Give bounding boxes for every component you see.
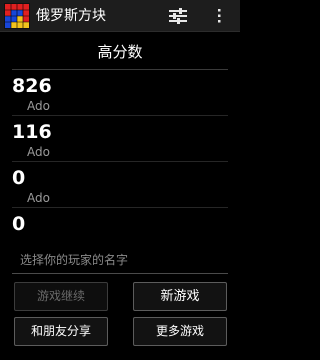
score-player-name: Ado bbox=[27, 99, 50, 113]
score-list-item: 116 Ado bbox=[0, 116, 240, 162]
overflow-menu-button[interactable] bbox=[208, 0, 230, 32]
more-vertical-icon bbox=[218, 9, 221, 23]
player-name-field bbox=[12, 248, 228, 274]
share-with-friends-button[interactable]: 和朋友分享 bbox=[14, 317, 108, 346]
score-player-name: Ado bbox=[27, 191, 50, 205]
player-name-input[interactable] bbox=[20, 250, 220, 270]
score-list-item: 826 Ado bbox=[0, 70, 240, 116]
action-bar: 俄罗斯方块 bbox=[0, 0, 240, 32]
continue-game-button[interactable]: 游戏继续 bbox=[14, 282, 108, 311]
score-list-item: 0 bbox=[0, 208, 240, 242]
sliders-icon bbox=[169, 8, 187, 24]
more-games-button[interactable]: 更多游戏 bbox=[133, 317, 227, 346]
app-root: 俄罗斯方块 高分数 826 Ado 116 Ado 0 Ado 0 选择你的玩家… bbox=[0, 0, 240, 360]
score-value: 826 bbox=[12, 75, 52, 97]
score-value: 0 bbox=[12, 213, 26, 235]
score-player-name: Ado bbox=[27, 145, 50, 159]
tetris-app-icon[interactable] bbox=[4, 3, 30, 29]
high-scores-title: 高分数 bbox=[97, 43, 143, 61]
score-value: 0 bbox=[12, 167, 26, 189]
settings-button[interactable] bbox=[162, 0, 194, 32]
app-title: 俄罗斯方块 bbox=[36, 8, 106, 24]
score-list-item: 0 Ado bbox=[0, 162, 240, 208]
new-game-button[interactable]: 新游戏 bbox=[133, 282, 227, 311]
score-value: 116 bbox=[12, 121, 52, 143]
high-score-list[interactable]: 826 Ado 116 Ado 0 Ado 0 bbox=[0, 70, 240, 242]
